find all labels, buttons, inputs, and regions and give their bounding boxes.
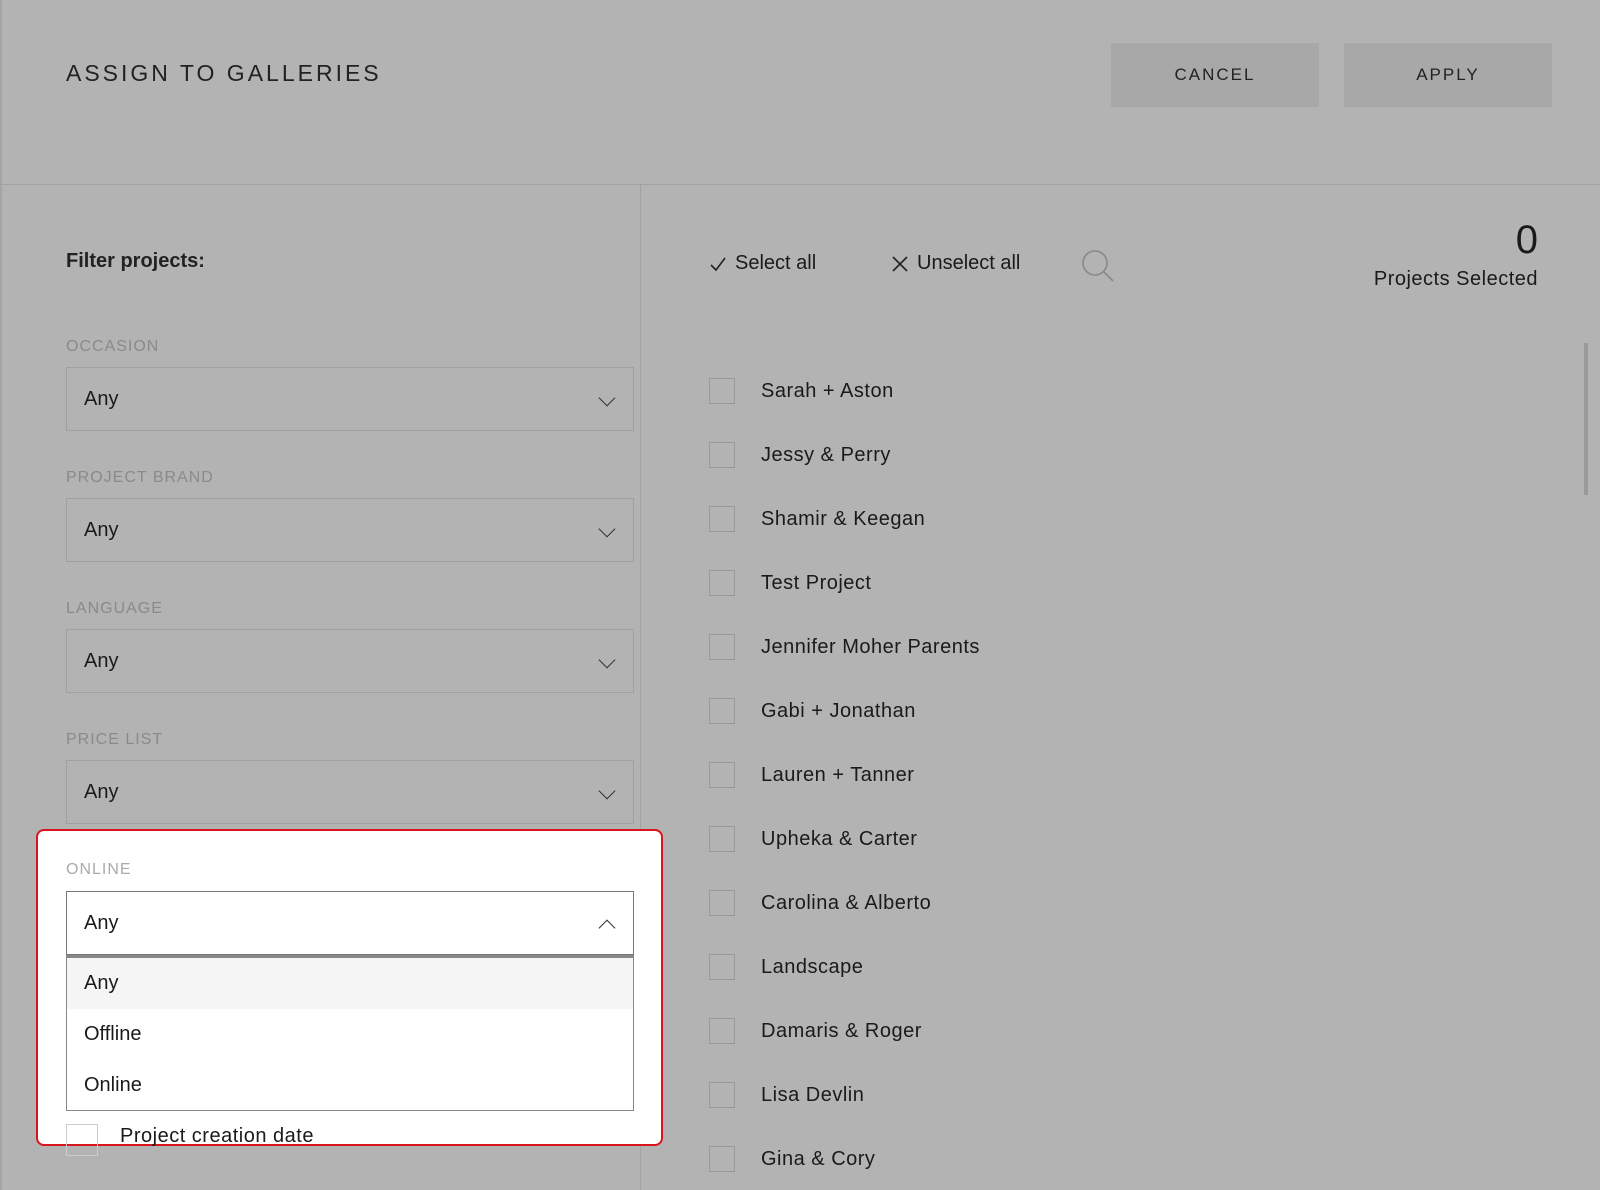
chevron-down-icon: [598, 782, 616, 800]
project-checkbox[interactable]: [709, 890, 735, 916]
online-select[interactable]: Any: [66, 891, 634, 955]
project-name: Test Project: [761, 571, 872, 594]
filter-select[interactable]: Any: [66, 629, 634, 693]
selected-count-label: Projects Selected: [1373, 268, 1538, 290]
filter-select[interactable]: Any: [66, 760, 634, 824]
online-value: Any: [84, 911, 119, 934]
project-checkbox[interactable]: [709, 954, 735, 980]
filter-title: Filter projects:: [66, 250, 205, 272]
page-title: ASSIGN TO GALLERIES: [66, 60, 382, 86]
project-name: Gabi + Jonathan: [761, 699, 916, 722]
select-value: Any: [84, 649, 119, 672]
chevron-down-icon: [598, 651, 616, 669]
project-checkbox[interactable]: [709, 378, 735, 404]
project-checkbox[interactable]: [709, 506, 735, 532]
chevron-down-icon: [598, 520, 616, 538]
project-checkbox[interactable]: [709, 1146, 735, 1172]
unselect-all-label: Unselect all: [917, 252, 1021, 274]
project-item[interactable]: Gabi + Jonathan: [709, 698, 916, 724]
project-checkbox[interactable]: [709, 1018, 735, 1044]
project-name: Jessy & Perry: [761, 443, 891, 466]
left-edge: [0, 0, 2, 1190]
project-name: Shamir & Keegan: [761, 507, 926, 530]
search-icon[interactable]: [1081, 249, 1115, 283]
header-divider: [0, 184, 1600, 185]
project-name: Landscape: [761, 955, 864, 978]
project-checkbox[interactable]: [709, 762, 735, 788]
check-icon: [710, 257, 726, 271]
project-checkbox[interactable]: [709, 570, 735, 596]
select-all-label: Select all: [735, 252, 817, 274]
option-offline[interactable]: Offline: [67, 1009, 633, 1060]
select-value: Any: [84, 387, 119, 410]
project-name: Upheka & Carter: [761, 827, 918, 850]
scrollbar[interactable]: [1584, 343, 1588, 495]
project-item[interactable]: Upheka & Carter: [709, 826, 917, 852]
project-item[interactable]: Sarah + Aston: [709, 378, 894, 404]
filter-label: PROJECT BRAND: [66, 469, 214, 486]
chevron-up-icon: [598, 919, 616, 937]
project-name: Lisa Devlin: [761, 1083, 865, 1106]
filter-label: LANGUAGE: [66, 600, 163, 617]
chevron-down-icon: [598, 389, 616, 407]
unselect-all-button[interactable]: Unselect all: [891, 252, 1020, 275]
creation-date-label: Project creation date: [120, 1125, 314, 1147]
project-item[interactable]: Damaris & Roger: [709, 1018, 922, 1044]
project-checkbox[interactable]: [709, 442, 735, 468]
option-online[interactable]: Online: [67, 1060, 633, 1111]
apply-button[interactable]: APPLY: [1344, 43, 1552, 107]
project-item[interactable]: Gina & Cory: [709, 1146, 875, 1172]
select-all-button[interactable]: Select all: [709, 252, 816, 275]
project-name: Gina & Cory: [761, 1147, 876, 1170]
project-name: Lauren + Tanner: [761, 763, 915, 786]
online-label: ONLINE: [66, 861, 132, 878]
project-name: Carolina & Alberto: [761, 891, 932, 914]
project-name: Sarah + Aston: [761, 379, 894, 402]
cancel-button[interactable]: CANCEL: [1111, 43, 1319, 107]
project-checkbox[interactable]: [709, 1082, 735, 1108]
filter-label: PRICE LIST: [66, 731, 164, 748]
selected-count: 0: [1515, 218, 1538, 262]
project-item[interactable]: Test Project: [709, 570, 871, 596]
project-checkbox[interactable]: [709, 826, 735, 852]
filter-select[interactable]: Any: [66, 367, 634, 431]
close-icon: [892, 255, 908, 272]
creation-date-checkbox[interactable]: [66, 1124, 98, 1156]
filter-label: OCCASION: [66, 338, 160, 355]
project-item[interactable]: Jennifer Moher Parents: [709, 634, 980, 660]
project-item[interactable]: Shamir & Keegan: [709, 506, 925, 532]
project-checkbox[interactable]: [709, 698, 735, 724]
project-item[interactable]: Landscape: [709, 954, 863, 980]
project-item[interactable]: Lisa Devlin: [709, 1082, 864, 1108]
project-name: Jennifer Moher Parents: [761, 635, 980, 658]
select-value: Any: [84, 780, 119, 803]
project-item[interactable]: Lauren + Tanner: [709, 762, 914, 788]
filter-select[interactable]: Any: [66, 498, 634, 562]
select-value: Any: [84, 518, 119, 541]
option-any[interactable]: Any: [67, 958, 633, 1009]
project-name: Damaris & Roger: [761, 1019, 922, 1042]
project-item[interactable]: Carolina & Alberto: [709, 890, 931, 916]
project-item[interactable]: Jessy & Perry: [709, 442, 891, 468]
project-checkbox[interactable]: [709, 634, 735, 660]
online-options: Any Offline Online: [66, 955, 634, 1111]
